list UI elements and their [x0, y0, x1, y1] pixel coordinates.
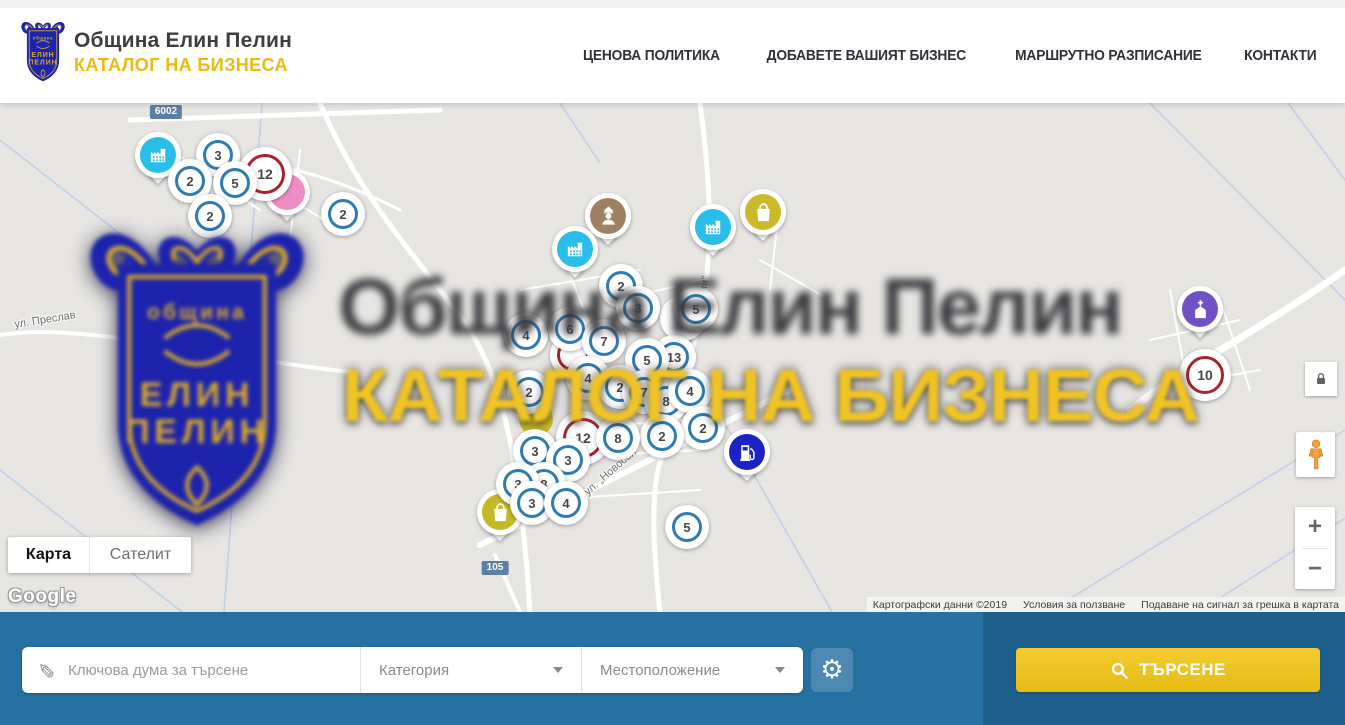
cluster-count: 3	[517, 488, 547, 518]
church-icon	[1182, 291, 1218, 327]
cluster-marker[interactable]: 4	[544, 481, 588, 525]
road-number-label: 6002	[150, 105, 182, 119]
cluster-marker[interactable]: 2	[681, 406, 725, 450]
bag-pin-marker[interactable]	[740, 189, 786, 249]
cluster-marker[interactable]: 8	[596, 416, 640, 460]
map-type-control: Карта Сателит	[8, 537, 191, 573]
cluster-count: 5	[681, 294, 711, 324]
cluster-count: 2	[328, 199, 358, 229]
search-submit-button[interactable]: ТЪРСЕНЕ	[1016, 648, 1320, 692]
emblem-town-word: община	[33, 35, 53, 40]
gear-icon: ⚙	[820, 657, 843, 683]
fuel-pin-marker[interactable]	[724, 429, 770, 489]
brand-logo[interactable]: община ЕЛИН ПЕЛИН Община Елин Пелин КАТА…	[20, 18, 292, 86]
keyword-search-input[interactable]	[68, 662, 360, 679]
brand-title: Община Елин Пелин	[74, 29, 292, 53]
brand-text: Община Елин Пелин КАТАЛОГ НА БИЗНЕСА	[74, 29, 292, 76]
search-bar: ✎ Категория Местоположение ⚙ ТЪРСЕНЕ	[0, 612, 1345, 725]
map-canvas[interactable]: 6002105ул. Преславбул. „Новоселции" 3212…	[0, 103, 1345, 612]
factory-icon	[557, 231, 593, 267]
category-dropdown-label: Категория	[379, 662, 449, 679]
street-view-pegman-button[interactable]	[1296, 432, 1335, 477]
keyword-cell: ✎	[22, 647, 360, 693]
cluster-marker[interactable]: 2	[321, 192, 365, 236]
church-pin-marker[interactable]	[1177, 286, 1223, 346]
main-nav: ЦЕНОВА ПОЛИТИКА ДОБАВЕТЕ ВАШИЯТ БИЗНЕС М…	[577, 8, 1320, 103]
municipality-emblem-icon: община ЕЛИН ПЕЛИН	[20, 18, 66, 86]
location-dropdown-label: Местоположение	[600, 662, 720, 679]
nav-pricing-policy[interactable]: ЦЕНОВА ПОЛИТИКА	[583, 47, 720, 64]
map-layer-button[interactable]: Карта	[8, 537, 90, 573]
factory-pin-marker[interactable]	[690, 204, 736, 264]
factory-icon	[140, 137, 176, 173]
search-submit-label: ТЪРСЕНЕ	[1139, 660, 1226, 680]
cluster-count: 2	[688, 413, 718, 443]
category-dropdown[interactable]: Категория	[360, 647, 581, 693]
header: община ЕЛИН ПЕЛИН Община Елин Пелин КАТА…	[0, 8, 1345, 103]
cluster-count: 4	[675, 376, 705, 406]
emblem-name-line1: ЕЛИН	[31, 52, 54, 59]
cluster-count: 4	[551, 488, 581, 518]
cluster-marker[interactable]: 4	[504, 313, 548, 357]
zoom-control: + −	[1295, 507, 1335, 589]
chevron-down-icon	[553, 667, 563, 673]
attribution-report-link[interactable]: Подаване на сигнал за грешка в картата	[1141, 599, 1339, 611]
search-input-group: ✎ Категория Местоположение	[22, 647, 803, 693]
cluster-marker[interactable]: 5	[665, 505, 709, 549]
cluster-count: 2	[647, 421, 677, 451]
pencil-icon: ✎	[33, 647, 58, 693]
location-dropdown[interactable]: Местоположение	[581, 647, 803, 693]
road-number-label: 105	[482, 561, 509, 575]
nav-add-business[interactable]: ДОБАВЕТЕ ВАШИЯТ БИЗНЕС	[767, 47, 966, 64]
factory-pin-marker[interactable]	[552, 226, 598, 286]
satellite-layer-button[interactable]: Сателит	[90, 537, 191, 573]
cluster-count: 10	[1186, 356, 1224, 394]
emblem-name-line2: ПЕЛИН	[28, 60, 57, 67]
cluster-count: 2	[175, 166, 205, 196]
cluster-count: 2	[195, 201, 225, 231]
cluster-marker[interactable]: 2	[507, 370, 551, 414]
search-icon	[1110, 661, 1129, 680]
cluster-count: 3	[623, 293, 653, 323]
zoom-in-button[interactable]: +	[1295, 507, 1335, 548]
bag-icon	[745, 194, 781, 230]
cluster-marker[interactable]: 10	[1179, 349, 1231, 401]
brand-subtitle: КАТАЛОГ НА БИЗНЕСА	[74, 55, 292, 76]
attribution-terms-link[interactable]: Условия за ползване	[1023, 599, 1125, 611]
fuel-icon	[729, 434, 765, 470]
google-logo[interactable]: Google	[8, 586, 76, 608]
top-strip	[0, 0, 1345, 8]
nav-contacts[interactable]: КОНТАКТИ	[1245, 47, 1317, 64]
lock-icon	[1313, 371, 1329, 387]
chevron-down-icon	[775, 667, 785, 673]
cluster-count: 7	[589, 326, 619, 356]
cluster-count: 6	[555, 314, 585, 344]
lock-button[interactable]	[1305, 362, 1337, 396]
cluster-count: 8	[603, 423, 633, 453]
cluster-marker[interactable]: 2	[640, 414, 684, 458]
cluster-count: 5	[672, 512, 702, 542]
zoom-out-button[interactable]: −	[1295, 549, 1335, 590]
pegman-icon	[1303, 438, 1329, 472]
map-attribution: Картографски данни ©2019 Условия за полз…	[867, 597, 1345, 612]
cluster-count: 2	[514, 377, 544, 407]
cluster-marker[interactable]: 2	[188, 194, 232, 238]
factory-icon	[695, 209, 731, 245]
nav-route-schedule[interactable]: МАРШРУТНО РАЗПИСАНИЕ	[1015, 47, 1202, 64]
cluster-count: 4	[511, 320, 541, 350]
advanced-settings-button[interactable]: ⚙	[811, 648, 853, 692]
attribution-copyright: Картографски данни ©2019	[873, 599, 1007, 611]
cluster-count: 5	[220, 168, 250, 198]
cluster-marker[interactable]: 3	[616, 286, 660, 330]
cluster-marker[interactable]: 5	[674, 287, 718, 331]
